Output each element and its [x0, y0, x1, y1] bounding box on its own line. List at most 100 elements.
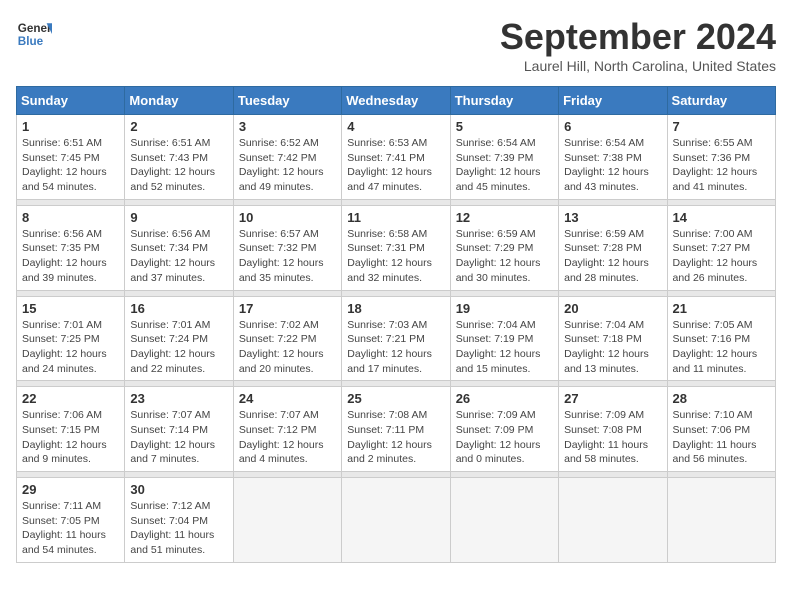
day-number: 9	[130, 210, 227, 225]
calendar-cell	[667, 478, 775, 563]
calendar-cell: 23 Sunrise: 7:07 AMSunset: 7:14 PMDayligh…	[125, 387, 233, 472]
calendar-cell	[342, 478, 450, 563]
svg-text:General: General	[18, 22, 52, 35]
day-info: Sunrise: 6:56 AMSunset: 7:35 PMDaylight:…	[22, 227, 119, 286]
logo: General Blue	[16, 16, 52, 52]
calendar-cell: 24Sunrise: 7:07 AMSunset: 7:12 PMDayligh…	[233, 387, 341, 472]
day-number: 4	[347, 119, 444, 134]
day-info: Sunrise: 7:07 AMSunset: 7:14 PMDaylight:…	[130, 408, 227, 467]
day-info: Sunrise: 7:03 AMSunset: 7:21 PMDaylight:…	[347, 318, 444, 377]
day-number: 28	[673, 391, 770, 406]
day-number: 5	[456, 119, 553, 134]
day-number: 10	[239, 210, 336, 225]
calendar-cell: 6 Sunrise: 6:54 AMSunset: 7:38 PMDaylight…	[559, 115, 667, 200]
calendar-cell: 3 Sunrise: 6:52 AMSunset: 7:42 PMDaylight…	[233, 115, 341, 200]
calendar-cell: 7 Sunrise: 6:55 AMSunset: 7:36 PMDaylight…	[667, 115, 775, 200]
location: Laurel Hill, North Carolina, United Stat…	[500, 58, 776, 74]
day-info: Sunrise: 6:54 AMSunset: 7:38 PMDaylight:…	[564, 136, 661, 195]
day-number: 2	[130, 119, 227, 134]
weekday-header-friday: Friday	[559, 87, 667, 115]
day-info: Sunrise: 6:51 AMSunset: 7:45 PMDaylight:…	[22, 136, 119, 195]
day-info: Sunrise: 7:04 AMSunset: 7:19 PMDaylight:…	[456, 318, 553, 377]
calendar-table: SundayMondayTuesdayWednesdayThursdayFrid…	[16, 86, 776, 563]
calendar-cell: 21Sunrise: 7:05 AMSunset: 7:16 PMDayligh…	[667, 296, 775, 381]
calendar-week-2: 8Sunrise: 6:56 AMSunset: 7:35 PMDaylight…	[17, 205, 776, 290]
day-info: Sunrise: 6:54 AMSunset: 7:39 PMDaylight:…	[456, 136, 553, 195]
calendar-cell: 25 Sunrise: 7:08 AMSunset: 7:11 PMDayligh…	[342, 387, 450, 472]
day-info: Sunrise: 7:00 AMSunset: 7:27 PMDaylight:…	[673, 227, 770, 286]
day-info: Sunrise: 7:10 AMSunset: 7:06 PMDaylight:…	[673, 408, 770, 467]
day-number: 1	[22, 119, 119, 134]
calendar-cell	[233, 478, 341, 563]
calendar-cell: 19 Sunrise: 7:04 AMSunset: 7:19 PMDayligh…	[450, 296, 558, 381]
day-info: Sunrise: 6:52 AMSunset: 7:42 PMDaylight:…	[239, 136, 336, 195]
calendar-cell	[559, 478, 667, 563]
calendar-cell: 13 Sunrise: 6:59 AMSunset: 7:28 PMDayligh…	[559, 205, 667, 290]
day-number: 20	[564, 301, 661, 316]
day-number: 14	[673, 210, 770, 225]
weekday-header-sunday: Sunday	[17, 87, 125, 115]
day-info: Sunrise: 6:51 AMSunset: 7:43 PMDaylight:…	[130, 136, 227, 195]
day-number: 24	[239, 391, 336, 406]
calendar-cell: 20Sunrise: 7:04 AMSunset: 7:18 PMDayligh…	[559, 296, 667, 381]
day-number: 3	[239, 119, 336, 134]
calendar-cell: 16Sunrise: 7:01 AMSunset: 7:24 PMDayligh…	[125, 296, 233, 381]
calendar-cell: 27 Sunrise: 7:09 AMSunset: 7:08 PMDayligh…	[559, 387, 667, 472]
day-number: 30	[130, 482, 227, 497]
calendar-cell: 11 Sunrise: 6:58 AMSunset: 7:31 PMDayligh…	[342, 205, 450, 290]
day-info: Sunrise: 7:09 AMSunset: 7:09 PMDaylight:…	[456, 408, 553, 467]
calendar-cell: 1 Sunrise: 6:51 AMSunset: 7:45 PMDaylight…	[17, 115, 125, 200]
day-number: 15	[22, 301, 119, 316]
calendar-cell: 26 Sunrise: 7:09 AMSunset: 7:09 PMDayligh…	[450, 387, 558, 472]
day-info: Sunrise: 7:06 AMSunset: 7:15 PMDaylight:…	[22, 408, 119, 467]
day-info: Sunrise: 6:58 AMSunset: 7:31 PMDaylight:…	[347, 227, 444, 286]
weekday-header-row: SundayMondayTuesdayWednesdayThursdayFrid…	[17, 87, 776, 115]
calendar-cell: 30 Sunrise: 7:12 AMSunset: 7:04 PMDayligh…	[125, 478, 233, 563]
day-number: 23	[130, 391, 227, 406]
calendar-cell: 5 Sunrise: 6:54 AMSunset: 7:39 PMDaylight…	[450, 115, 558, 200]
day-number: 11	[347, 210, 444, 225]
calendar-cell: 18 Sunrise: 7:03 AMSunset: 7:21 PMDayligh…	[342, 296, 450, 381]
calendar-cell: 12Sunrise: 6:59 AMSunset: 7:29 PMDayligh…	[450, 205, 558, 290]
day-number: 29	[22, 482, 119, 497]
day-number: 25	[347, 391, 444, 406]
day-number: 18	[347, 301, 444, 316]
day-info: Sunrise: 6:55 AMSunset: 7:36 PMDaylight:…	[673, 136, 770, 195]
page-header: General Blue September 2024 Laurel Hill,…	[16, 16, 776, 74]
calendar-cell: 15 Sunrise: 7:01 AMSunset: 7:25 PMDayligh…	[17, 296, 125, 381]
calendar-week-3: 15 Sunrise: 7:01 AMSunset: 7:25 PMDayligh…	[17, 296, 776, 381]
calendar-week-4: 22 Sunrise: 7:06 AMSunset: 7:15 PMDayligh…	[17, 387, 776, 472]
calendar-week-5: 29Sunrise: 7:11 AMSunset: 7:05 PMDayligh…	[17, 478, 776, 563]
day-info: Sunrise: 6:56 AMSunset: 7:34 PMDaylight:…	[130, 227, 227, 286]
day-number: 6	[564, 119, 661, 134]
day-info: Sunrise: 7:12 AMSunset: 7:04 PMDaylight:…	[130, 499, 227, 558]
day-number: 7	[673, 119, 770, 134]
weekday-header-tuesday: Tuesday	[233, 87, 341, 115]
day-number: 22	[22, 391, 119, 406]
calendar-cell: 22 Sunrise: 7:06 AMSunset: 7:15 PMDayligh…	[17, 387, 125, 472]
weekday-header-saturday: Saturday	[667, 87, 775, 115]
day-info: Sunrise: 7:02 AMSunset: 7:22 PMDaylight:…	[239, 318, 336, 377]
day-info: Sunrise: 6:59 AMSunset: 7:28 PMDaylight:…	[564, 227, 661, 286]
day-number: 17	[239, 301, 336, 316]
day-number: 26	[456, 391, 553, 406]
calendar-cell: 2 Sunrise: 6:51 AMSunset: 7:43 PMDaylight…	[125, 115, 233, 200]
weekday-header-thursday: Thursday	[450, 87, 558, 115]
calendar-cell: 29Sunrise: 7:11 AMSunset: 7:05 PMDayligh…	[17, 478, 125, 563]
calendar-cell: 4 Sunrise: 6:53 AMSunset: 7:41 PMDaylight…	[342, 115, 450, 200]
day-info: Sunrise: 6:57 AMSunset: 7:32 PMDaylight:…	[239, 227, 336, 286]
day-info: Sunrise: 7:01 AMSunset: 7:24 PMDaylight:…	[130, 318, 227, 377]
day-number: 12	[456, 210, 553, 225]
day-info: Sunrise: 7:08 AMSunset: 7:11 PMDaylight:…	[347, 408, 444, 467]
svg-text:Blue: Blue	[18, 35, 44, 48]
calendar-cell: 10 Sunrise: 6:57 AMSunset: 7:32 PMDayligh…	[233, 205, 341, 290]
day-info: Sunrise: 7:09 AMSunset: 7:08 PMDaylight:…	[564, 408, 661, 467]
day-info: Sunrise: 7:01 AMSunset: 7:25 PMDaylight:…	[22, 318, 119, 377]
day-number: 19	[456, 301, 553, 316]
calendar-cell	[450, 478, 558, 563]
day-number: 27	[564, 391, 661, 406]
weekday-header-monday: Monday	[125, 87, 233, 115]
calendar-cell: 8Sunrise: 6:56 AMSunset: 7:35 PMDaylight…	[17, 205, 125, 290]
day-number: 13	[564, 210, 661, 225]
day-info: Sunrise: 6:53 AMSunset: 7:41 PMDaylight:…	[347, 136, 444, 195]
